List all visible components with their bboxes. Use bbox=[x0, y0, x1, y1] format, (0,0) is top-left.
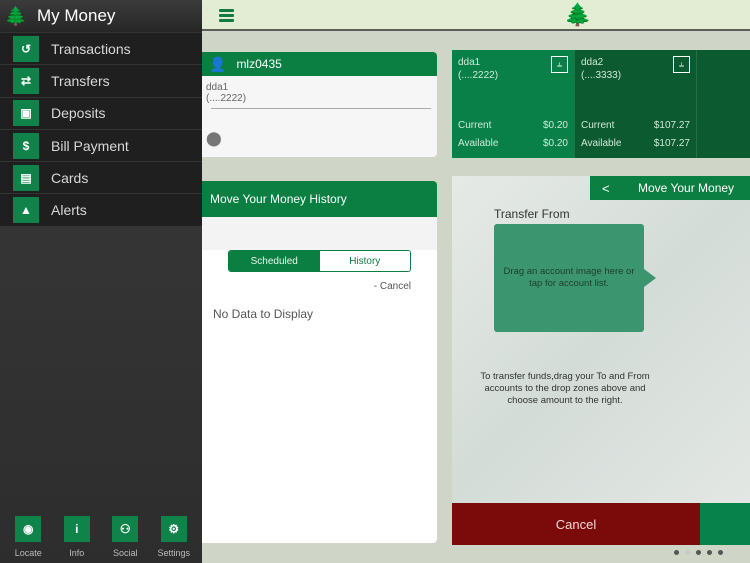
cash-icon: ▣ bbox=[13, 100, 39, 127]
account-name: dda1 bbox=[206, 82, 229, 93]
move-money-title: Move Your Money bbox=[638, 181, 735, 195]
sidebar-item-transfers[interactable]: ⇄ Transfers bbox=[0, 64, 202, 96]
available-balance: $0.20 bbox=[542, 138, 568, 149]
warning-icon: ▲ bbox=[13, 197, 39, 224]
move-money-panel: < Move Your Money Transfer From Drag an a… bbox=[452, 176, 750, 503]
empty-message: No Data to Display bbox=[213, 307, 314, 321]
locate-button[interactable]: ◉ Locate bbox=[4, 511, 52, 563]
sidebar-item-bill-payment[interactable]: $ Bill Payment bbox=[0, 128, 202, 161]
selected-account[interactable]: dda1 (....2222) bbox=[202, 76, 437, 104]
account-number: (....2222) bbox=[206, 93, 247, 104]
history-icon: ↺ bbox=[13, 35, 39, 62]
sidebar-item-label: Deposits bbox=[51, 105, 106, 122]
sidebar-item-label: Transactions bbox=[51, 40, 131, 57]
username: mlz0435 bbox=[236, 57, 282, 71]
page-dot-current[interactable] bbox=[685, 550, 690, 555]
history-segmented-control: Scheduled History bbox=[228, 250, 411, 272]
sliders-icon[interactable]: ⫨ bbox=[673, 56, 690, 73]
move-money-header: < Move Your Money bbox=[590, 176, 750, 200]
sidebar-header: 🌲 My Money bbox=[0, 0, 202, 32]
sidebar-item-deposits[interactable]: ▣ Deposits bbox=[0, 96, 202, 129]
history-card: Move Your Money History Scheduled Histor… bbox=[202, 181, 437, 543]
user-card: 👤 mlz0435 dda1 (....2222) ⬤ bbox=[202, 52, 437, 157]
page-dot[interactable] bbox=[718, 550, 723, 555]
info-icon: i bbox=[63, 516, 90, 542]
cancel-button[interactable]: Cancel bbox=[452, 503, 700, 545]
available-label: Available bbox=[581, 138, 622, 149]
sliders-icon[interactable]: ⫨ bbox=[551, 56, 568, 73]
account-card-dda2[interactable]: dda2 (....3333) ⫨ Current $107.27 Availab… bbox=[574, 50, 696, 158]
available-label: Available bbox=[458, 138, 499, 149]
sidebar-item-cards[interactable]: ▤ Cards bbox=[0, 161, 202, 193]
top-bar: 🌲 bbox=[202, 0, 750, 31]
footer-label: Info bbox=[69, 548, 85, 558]
location-pin-icon: ◉ bbox=[15, 516, 42, 542]
instructions: To transfer funds,drag your To and From … bbox=[480, 371, 650, 406]
sidebar-title: My Money bbox=[37, 6, 116, 25]
sidebar-item-label: Bill Payment bbox=[51, 137, 129, 154]
social-button[interactable]: ⚇ Social bbox=[101, 511, 149, 563]
sidebar-item-label: Alerts bbox=[51, 202, 87, 219]
tab-scheduled[interactable]: Scheduled bbox=[229, 251, 320, 271]
current-balance: $0.20 bbox=[542, 120, 568, 131]
sidebar-item-label: Transfers bbox=[51, 72, 110, 89]
sidebar-item-alerts[interactable]: ▲ Alerts bbox=[0, 193, 202, 225]
info-button[interactable]: i Info bbox=[53, 511, 101, 563]
available-balance: $107.27 bbox=[653, 138, 690, 149]
sidebar-item-transactions[interactable]: ↺ Transactions bbox=[0, 32, 202, 64]
current-balance: $107.27 bbox=[653, 120, 690, 131]
page-dot[interactable] bbox=[674, 550, 679, 555]
cancel-link[interactable]: - Cancel bbox=[374, 281, 411, 292]
transfer-from-label: Transfer From bbox=[494, 207, 570, 221]
continue-button[interactable] bbox=[700, 503, 750, 545]
account-card-dda1[interactable]: dda1 (....2222) ⫨ Current $0.20 Available… bbox=[452, 50, 574, 158]
history-title: Move Your Money History bbox=[202, 181, 437, 217]
sidebar-item-label: Cards bbox=[51, 169, 89, 186]
transfer-arrows-icon: ⇄ bbox=[13, 67, 39, 94]
people-icon: ⚇ bbox=[112, 516, 139, 542]
bill-icon: $ bbox=[13, 132, 39, 159]
footer-label: Social bbox=[112, 548, 138, 558]
hamburger-icon[interactable] bbox=[219, 9, 234, 22]
tab-history[interactable]: History bbox=[319, 251, 410, 271]
sidebar: 🌲 My Money ↺ Transactions ⇄ Transfers ▣ Dep… bbox=[0, 0, 202, 563]
gear-icon: ⚙ bbox=[160, 516, 187, 542]
page-dot[interactable] bbox=[707, 550, 712, 555]
transfer-from-dropzone[interactable]: Drag an account image here or tap for ac… bbox=[494, 224, 656, 332]
location-pin-icon[interactable]: ⬤ bbox=[206, 130, 222, 147]
divider bbox=[211, 108, 431, 109]
page-indicator bbox=[674, 550, 723, 555]
sidebar-footer: ◉ Locate i Info ⚇ Social ⚙ Settings bbox=[0, 511, 202, 563]
footer-label: Locate bbox=[14, 548, 42, 558]
sidebar-menu: ↺ Transactions ⇄ Transfers ▣ Deposits $ Bill… bbox=[0, 32, 202, 226]
settings-button[interactable]: ⚙ Settings bbox=[150, 511, 198, 563]
main-area: 🌲 👤 mlz0435 dda1 (....2222) ⬤ dda1 (....22… bbox=[202, 0, 750, 563]
page-dot[interactable] bbox=[696, 550, 701, 555]
footer-label: Settings bbox=[157, 548, 191, 558]
back-button[interactable]: < bbox=[602, 181, 638, 196]
account-card-partial[interactable] bbox=[696, 50, 750, 158]
user-icon: 👤 bbox=[209, 55, 227, 72]
cards-icon: ▤ bbox=[13, 164, 39, 191]
cedar-tree-icon: 🌲 bbox=[564, 2, 592, 27]
cedar-tree-icon: 🌲 bbox=[4, 5, 28, 26]
current-label: Current bbox=[458, 120, 492, 131]
current-label: Current bbox=[581, 120, 615, 131]
dropzone-text: Drag an account image here or tap for ac… bbox=[503, 266, 635, 289]
